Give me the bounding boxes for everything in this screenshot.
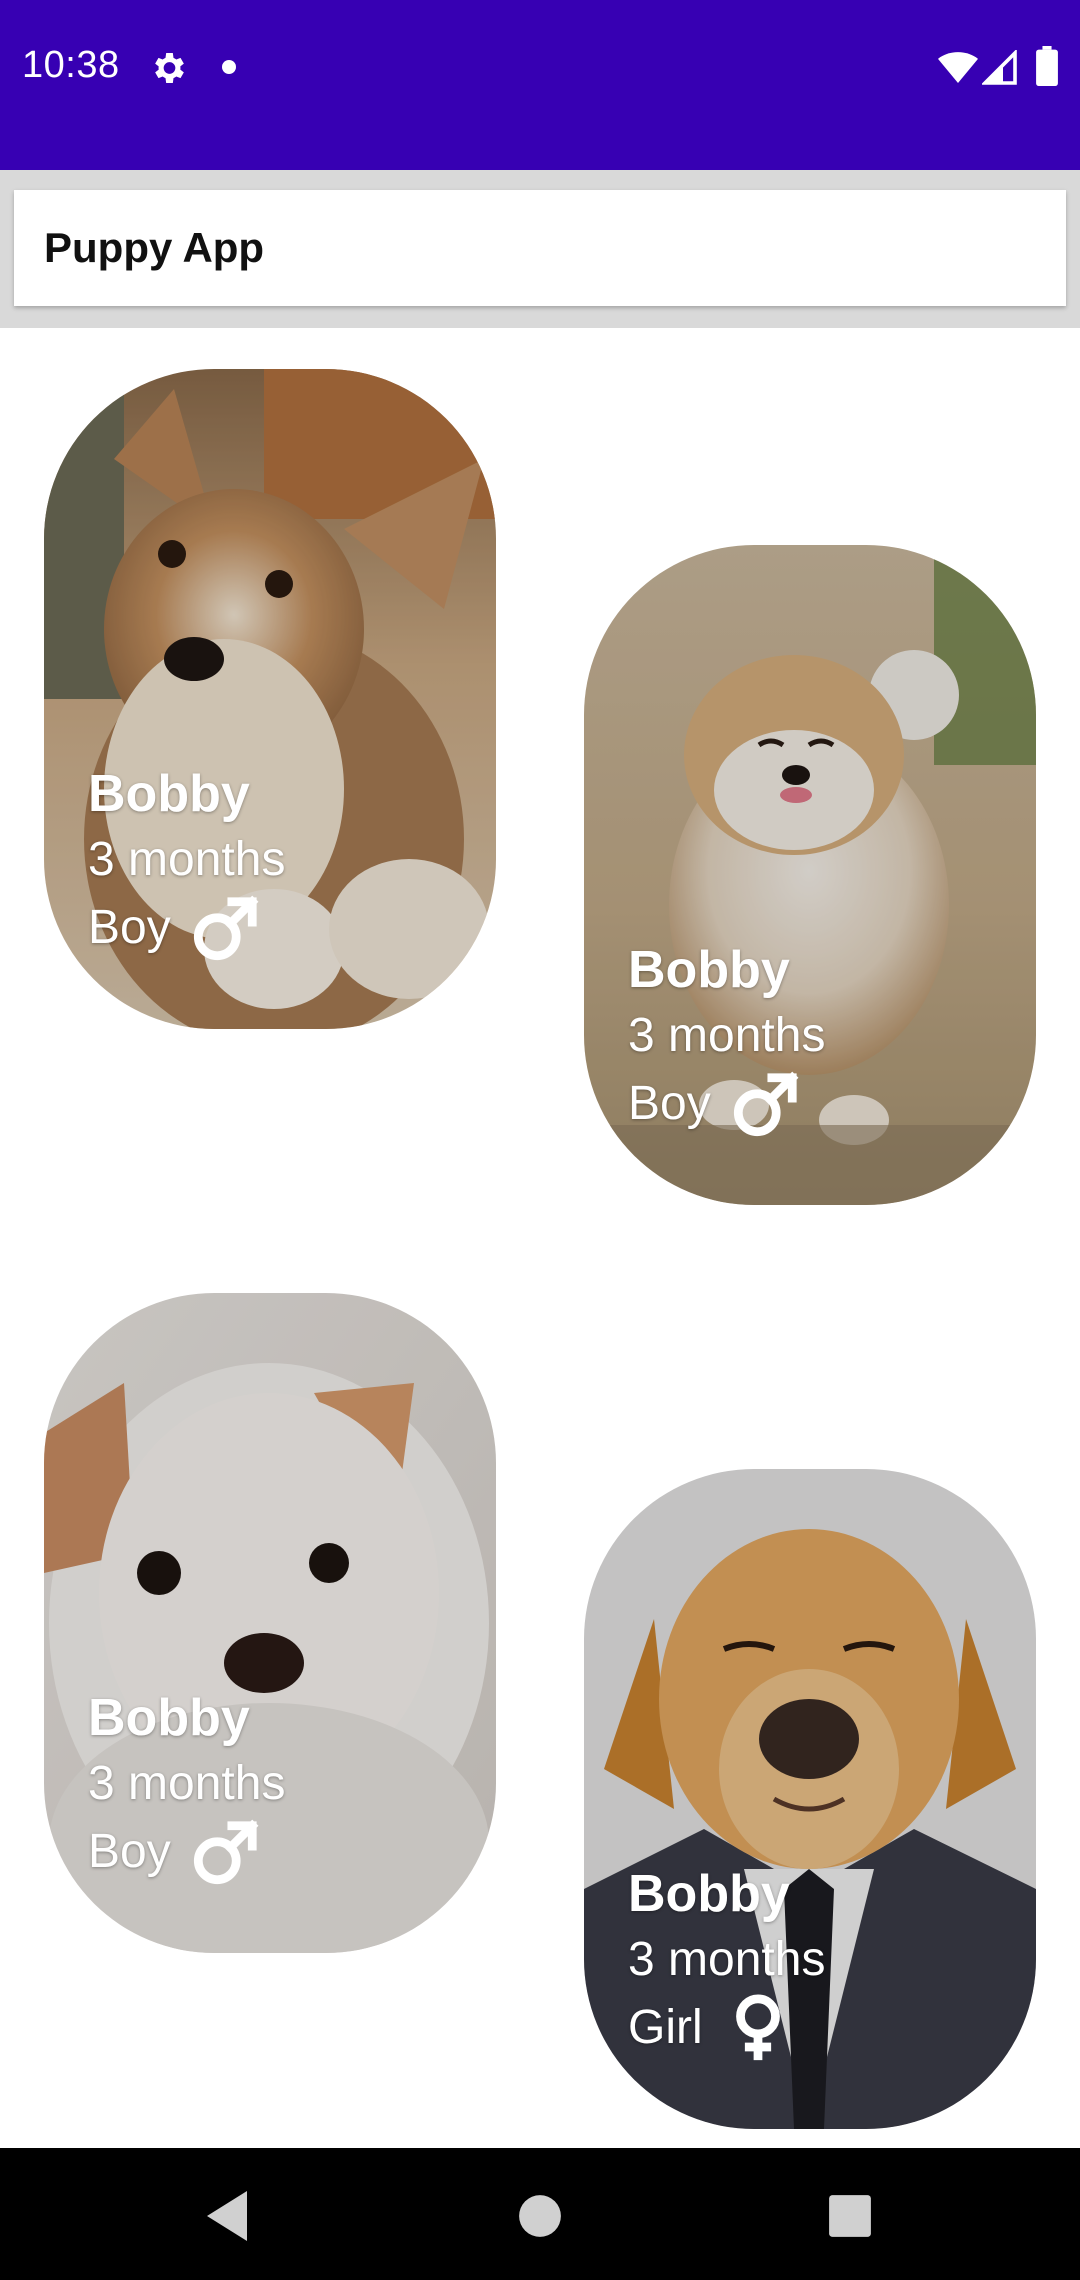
puppy-gender-row: Girl	[628, 1993, 825, 2063]
puppy-gender-row: Boy	[628, 1069, 825, 1139]
page-title: Puppy App	[44, 224, 265, 271]
puppy-gender: Boy	[88, 1825, 171, 1878]
notification-dot-icon	[222, 60, 236, 74]
recents-icon[interactable]	[828, 2194, 872, 2238]
puppy-name: Bobby	[88, 1689, 250, 1747]
status-bar: 10:38	[0, 0, 1080, 170]
puppy-gender: Boy	[628, 1077, 711, 1130]
puppy-card[interactable]: Bobby 3 months Girl	[584, 1469, 1036, 2129]
male-icon	[193, 1819, 259, 1885]
puppy-name: Bobby	[628, 941, 790, 999]
battery-icon	[1036, 46, 1058, 86]
puppy-age: 3 months	[88, 1757, 286, 1810]
puppy-gender-row: Boy	[88, 893, 285, 963]
puppy-info: Bobby 3 months Girl	[628, 1861, 825, 2063]
female-icon	[735, 1994, 780, 2061]
puppy-info: Bobby 3 months Boy	[628, 937, 825, 1139]
toolbar: Puppy App	[14, 190, 1066, 306]
puppy-name: Bobby	[628, 1865, 790, 1923]
puppy-age: 3 months	[628, 1009, 826, 1062]
back-icon[interactable]	[202, 2188, 252, 2244]
puppy-list[interactable]: Bobby 3 months Boy Bobby 3 months Boy Bo…	[0, 328, 1080, 2148]
puppy-info: Bobby 3 months Boy	[88, 1685, 285, 1887]
navigation-bar	[0, 2148, 1080, 2280]
male-icon	[733, 1071, 799, 1137]
puppy-gender-row: Boy	[88, 1817, 285, 1887]
puppy-age: 3 months	[88, 833, 286, 886]
cell-signal-icon	[982, 50, 1017, 85]
status-time: 10:38	[22, 44, 120, 86]
puppy-card[interactable]: Bobby 3 months Boy	[44, 369, 496, 1029]
app-bar: Puppy App	[0, 170, 1080, 328]
puppy-gender: Girl	[628, 2001, 703, 2054]
settings-gear-icon	[155, 53, 184, 83]
home-icon[interactable]	[518, 2194, 562, 2238]
puppy-card[interactable]: Bobby 3 months Boy	[584, 545, 1036, 1205]
puppy-age: 3 months	[628, 1933, 826, 1986]
puppy-name: Bobby	[88, 765, 250, 823]
wifi-icon	[938, 52, 978, 83]
male-icon	[193, 895, 259, 961]
puppy-gender: Boy	[88, 901, 171, 954]
puppy-info: Bobby 3 months Boy	[88, 761, 285, 963]
puppy-card[interactable]: Bobby 3 months Boy	[44, 1293, 496, 1953]
